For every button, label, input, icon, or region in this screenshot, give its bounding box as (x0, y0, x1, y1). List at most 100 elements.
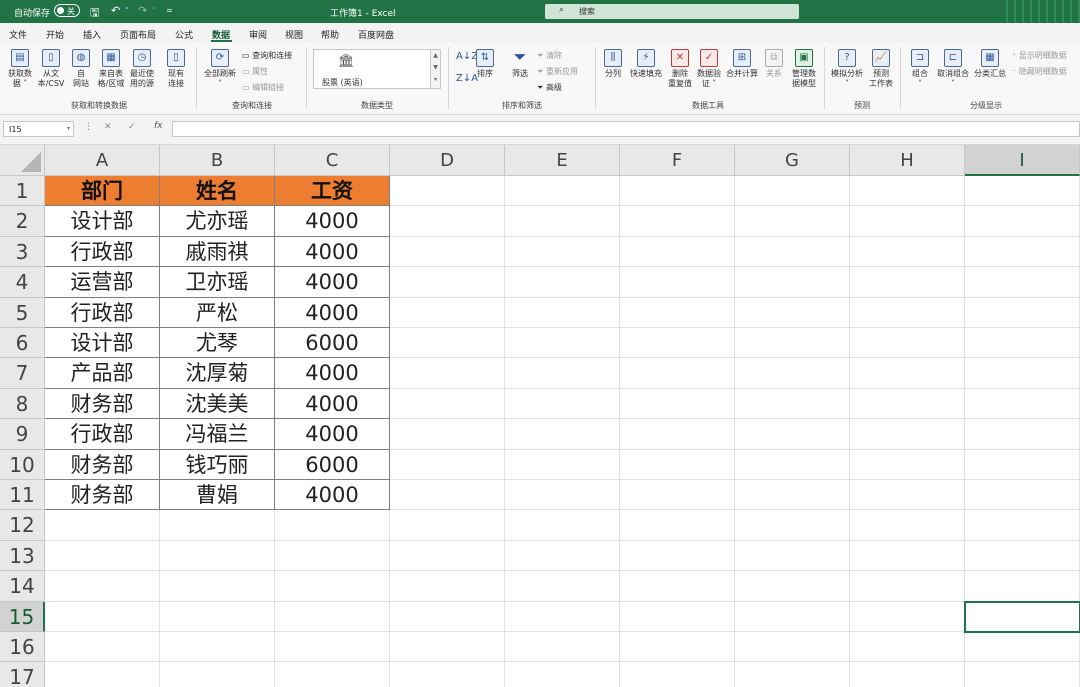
from-csv-button[interactable]: ▯ 从文 本/CSV (36, 49, 66, 89)
cell-c9[interactable]: 4000 (275, 419, 390, 450)
cell-f11[interactable] (620, 480, 735, 511)
cell-f2[interactable] (620, 206, 735, 237)
subtotal-button[interactable]: ▦ 分类汇总 (972, 49, 1008, 79)
cell-c10[interactable]: 6000 (275, 449, 390, 480)
cell-i8[interactable] (965, 388, 1080, 420)
tab-help[interactable]: 帮助 (321, 28, 339, 41)
column-header-g[interactable]: G (735, 145, 850, 176)
autosave-toggle[interactable]: 关 (54, 4, 80, 17)
cell-e3[interactable] (505, 236, 620, 268)
cell-i13[interactable] (965, 540, 1080, 572)
cell-g9[interactable] (735, 419, 850, 450)
undo-icon[interactable]: ↶ (111, 4, 120, 17)
cell-c15[interactable] (275, 601, 390, 632)
column-header-c[interactable]: C (275, 145, 390, 176)
column-header-e[interactable]: E (505, 145, 620, 176)
name-box-dropdown-icon[interactable]: ▾ (67, 125, 70, 132)
data-validation-button[interactable]: ✓ 数据验证 ˅ (695, 49, 723, 89)
cell-b10[interactable]: 钱巧丽 (160, 449, 275, 480)
cell-e17[interactable] (505, 662, 620, 687)
cell-i16[interactable] (965, 632, 1080, 663)
cell-b15[interactable] (160, 601, 275, 632)
row-header-5[interactable]: 5 (0, 297, 45, 328)
redo-dropdown-icon[interactable]: ˅ (152, 7, 156, 15)
cell-c16[interactable] (275, 632, 390, 663)
tab-file[interactable]: 文件 (9, 28, 27, 41)
cell-h2[interactable] (850, 206, 965, 237)
formula-input[interactable] (172, 121, 1080, 137)
cell-b1[interactable]: 姓名 (160, 176, 275, 207)
cell-b16[interactable] (160, 632, 275, 663)
cell-g12[interactable] (735, 510, 850, 541)
cell-g3[interactable] (735, 236, 850, 268)
row-header-16[interactable]: 16 (0, 632, 45, 663)
cell-a9[interactable]: 行政部 (45, 419, 160, 450)
cell-a5[interactable]: 行政部 (45, 297, 160, 328)
cell-a16[interactable] (45, 632, 160, 663)
cell-d7[interactable] (390, 358, 505, 389)
cell-a2[interactable]: 设计部 (45, 206, 160, 237)
ungroup-button[interactable]: ⊏ 取消组合 ˅ (935, 49, 971, 89)
advanced-button[interactable]: ⏷ 高级 (537, 82, 562, 93)
cell-f3[interactable] (620, 236, 735, 268)
filter-button[interactable]: ⏷ 筛选 (507, 49, 533, 79)
row-header-15[interactable]: 15 (0, 601, 45, 632)
cell-h9[interactable] (850, 419, 965, 450)
row-header-7[interactable]: 7 (0, 358, 45, 389)
cell-b9[interactable]: 冯福兰 (160, 419, 275, 450)
cell-c17[interactable] (275, 662, 390, 687)
cell-d2[interactable] (390, 206, 505, 237)
cell-g1[interactable] (735, 176, 850, 207)
forecast-sheet-button[interactable]: 📈 预测 工作表 (867, 49, 895, 89)
cell-g2[interactable] (735, 206, 850, 237)
row-header-9[interactable]: 9 (0, 419, 45, 450)
cell-f13[interactable] (620, 540, 735, 572)
row-header-11[interactable]: 11 (0, 480, 45, 511)
cell-a8[interactable]: 财务部 (45, 388, 160, 420)
sort-button[interactable]: ⇅ 排序 (473, 49, 497, 79)
cell-d4[interactable] (390, 267, 505, 298)
cell-b13[interactable] (160, 540, 275, 572)
cell-b12[interactable] (160, 510, 275, 541)
cell-c8[interactable]: 4000 (275, 388, 390, 420)
column-header-a[interactable]: A (45, 145, 160, 176)
cell-c5[interactable]: 4000 (275, 297, 390, 328)
cell-d3[interactable] (390, 236, 505, 268)
cell-h4[interactable] (850, 267, 965, 298)
cell-i5[interactable] (965, 297, 1080, 328)
existing-connections-button[interactable]: ▯ 现有 连接 (163, 49, 189, 89)
column-header-i[interactable]: I (965, 145, 1080, 176)
cell-e15[interactable] (505, 601, 620, 632)
cell-b4[interactable]: 卫亦瑶 (160, 267, 275, 298)
customize-qat-icon[interactable]: ≂ (166, 6, 173, 15)
cell-i7[interactable] (965, 358, 1080, 389)
cell-f8[interactable] (620, 388, 735, 420)
data-model-button[interactable]: ▣ 管理数 据模型 (788, 49, 820, 89)
cell-d5[interactable] (390, 297, 505, 328)
from-table-button[interactable]: ▦ 来自表 格/区域 (95, 49, 127, 89)
cell-f16[interactable] (620, 632, 735, 663)
cell-g4[interactable] (735, 267, 850, 298)
cell-h7[interactable] (850, 358, 965, 389)
cell-d15[interactable] (390, 601, 505, 632)
cell-h5[interactable] (850, 297, 965, 328)
more-options-icon[interactable]: ⋮ (84, 122, 93, 132)
cell-e4[interactable] (505, 267, 620, 298)
cell-f1[interactable] (620, 176, 735, 207)
clear-button[interactable]: ⏷ 清除 (537, 50, 562, 61)
column-header-f[interactable]: F (620, 145, 735, 176)
cell-g14[interactable] (735, 571, 850, 602)
cell-i6[interactable] (965, 328, 1080, 359)
undo-dropdown-icon[interactable]: ˅ (125, 7, 129, 15)
reapply-button[interactable]: ⏷ 重新应用 (537, 66, 578, 77)
tab-baidu-netdisk[interactable]: 百度网盘 (358, 28, 394, 41)
cell-a4[interactable]: 运营部 (45, 267, 160, 298)
worksheet-grid[interactable]: A B C D E F G H I 1 部门 姓名 工资 2 设计部 尤亦瑶 4000 3 行政部 戚雨祺 4000 4 运… (0, 145, 1080, 687)
cell-h14[interactable] (850, 571, 965, 602)
cell-a14[interactable] (45, 571, 160, 602)
enter-icon[interactable]: ✓ (128, 122, 136, 132)
remove-duplicates-button[interactable]: ✕ 删除 重复值 (666, 49, 694, 89)
tab-insert[interactable]: 插入 (83, 28, 101, 41)
cell-d12[interactable] (390, 510, 505, 541)
cell-f6[interactable] (620, 328, 735, 359)
